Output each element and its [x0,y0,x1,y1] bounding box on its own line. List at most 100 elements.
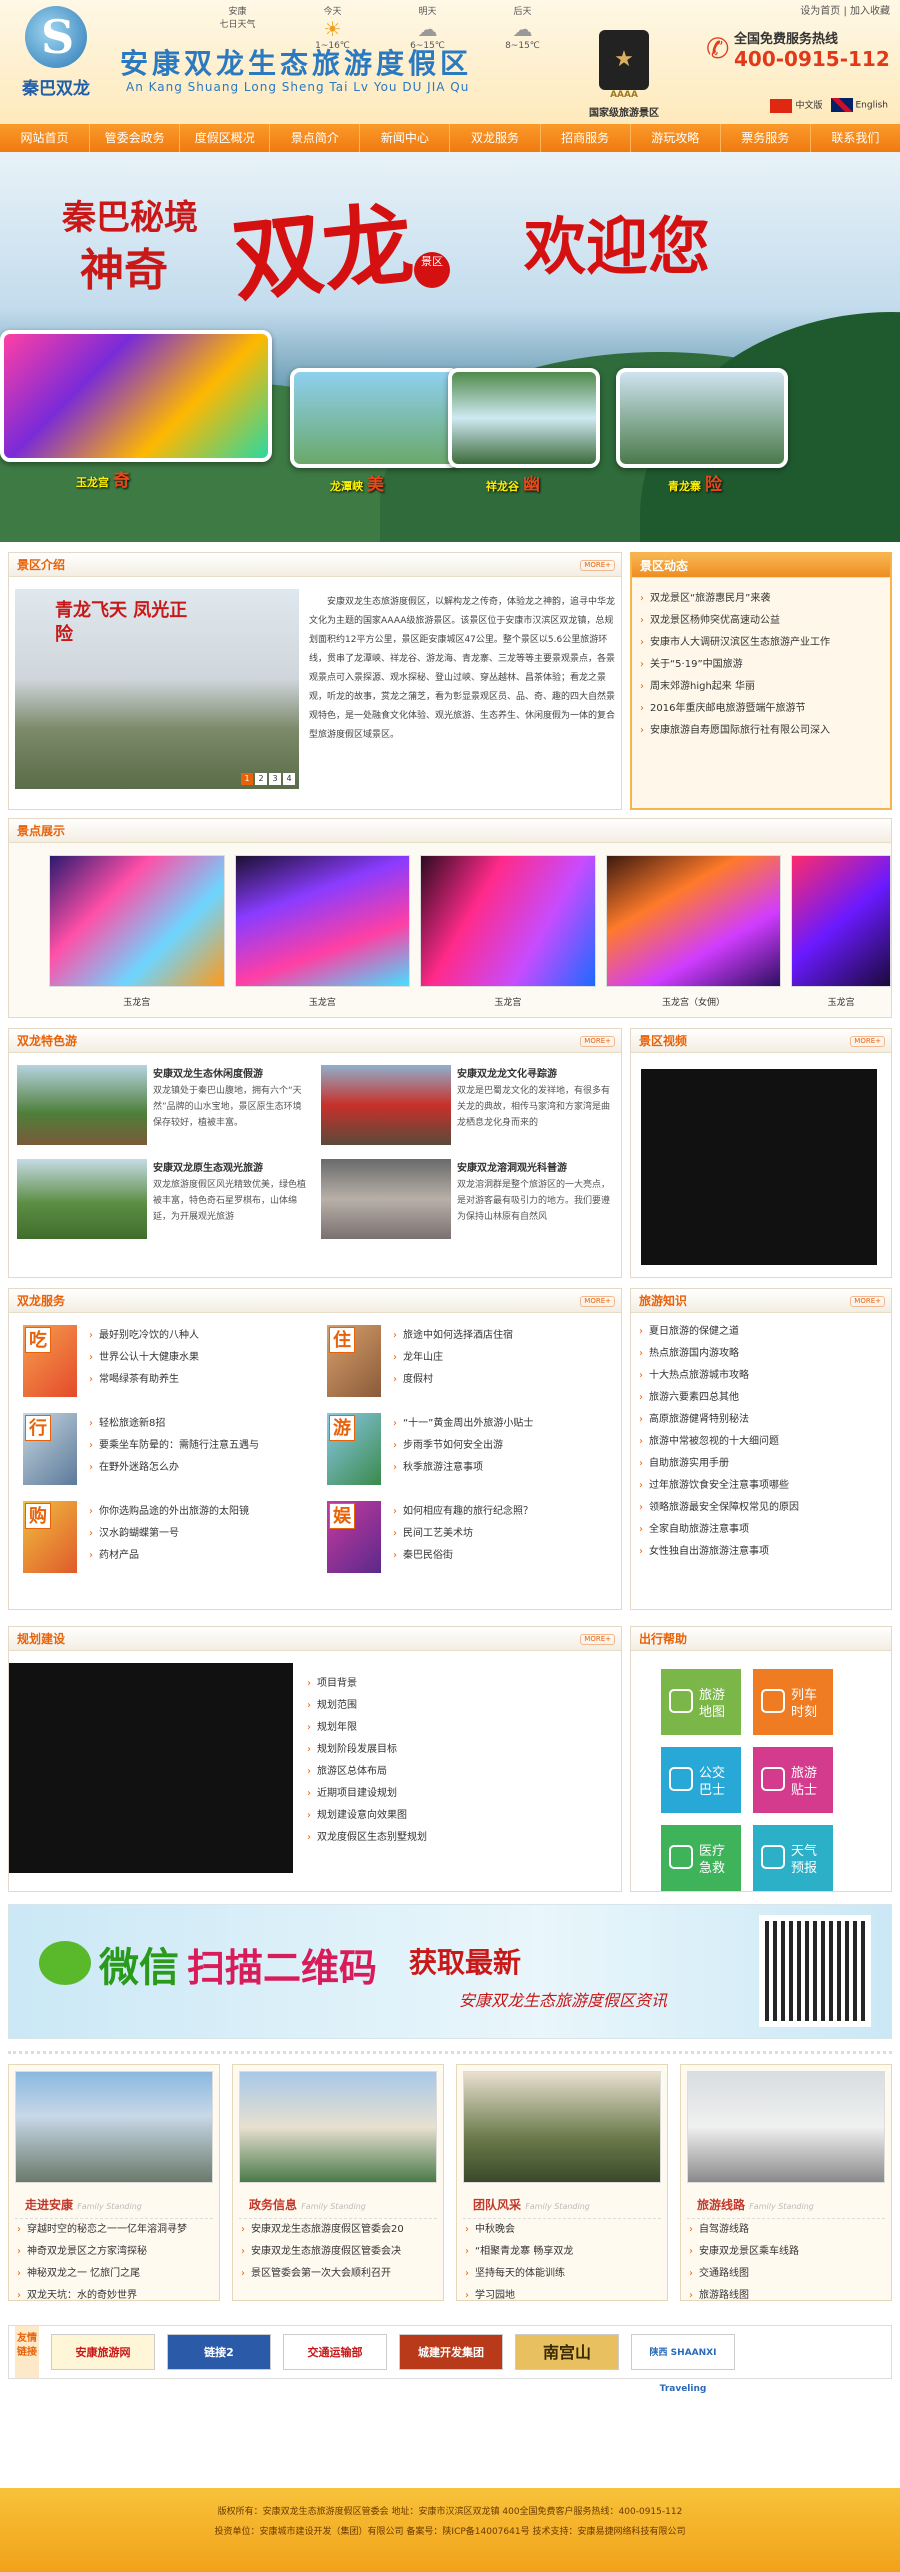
set-homepage-link[interactable]: 设为首页 [800,6,840,17]
more-button[interactable]: MORE+ [580,1036,615,1047]
list-item[interactable]: 自驾游线路 [687,2219,885,2241]
list-item[interactable]: 规划建设意向效果图 [305,1805,605,1827]
list-item[interactable]: 双龙度假区生态别墅规划 [305,1827,605,1849]
list-item[interactable]: 在野外迷路怎么办 [87,1457,303,1479]
feature-item[interactable]: 安康双龙原生态观光旅游 双龙旅游度假区风光精致优美，绿色植被丰富，特色奇石星罗棋布… [17,1159,309,1239]
nav-overview[interactable]: 度假区概况 [180,124,271,152]
list-item[interactable]: 汉水韵蝴蝶第一号 [87,1523,303,1545]
list-item[interactable]: 近期项目建设规划 [305,1783,605,1805]
banner-photo-1[interactable] [0,330,272,462]
list-item[interactable]: “相聚青龙寨 畅享双龙 [463,2241,661,2263]
list-item[interactable]: 神秘双龙之一 忆旅门之尾 [15,2263,213,2285]
wechat-banner[interactable]: 微信 扫描二维码 获取最新 安康双龙生态旅游度假区资讯 [8,1904,892,2039]
list-item[interactable]: “十一”黄金周出外旅游小贴士 [391,1413,607,1435]
list-item[interactable]: 景区管委会第一次大会顺利召开 [239,2263,437,2285]
site-logo[interactable]: 秦巴双龙 [8,6,104,110]
list-item[interactable]: 秋季旅游注意事项 [391,1457,607,1479]
more-button[interactable]: MORE+ [850,1296,885,1307]
list-item[interactable]: 常喝绿茶有助养生 [87,1369,303,1391]
friend-link[interactable]: 城建开发集团 [399,2334,503,2370]
pager-dot[interactable]: 3 [269,773,281,785]
list-item[interactable]: 神奇双龙景区之方家湾探秘 [15,2241,213,2263]
more-button[interactable]: MORE+ [580,560,615,571]
list-item[interactable]: 高原旅游健肾特别秘法 [637,1409,885,1431]
pager-dot[interactable]: 4 [283,773,295,785]
list-item[interactable]: 旅游区总体布局 [305,1761,605,1783]
nav-home[interactable]: 网站首页 [0,124,91,152]
list-item[interactable]: 坚持每天的体能训练 [463,2263,661,2285]
tips-button[interactable]: 旅游 贴士 [753,1747,833,1813]
list-item[interactable]: 穿越时空的秘恋之一一亿年溶洞寻梦 [15,2219,213,2241]
list-item[interactable]: 规划年限 [305,1717,605,1739]
add-favorite-link[interactable]: 加入收藏 [850,6,890,17]
card-image[interactable] [239,2071,437,2183]
list-item[interactable]: 2016年重庆邮电旅游暨端午旅游节 [638,698,884,720]
nav-investment[interactable]: 招商服务 [541,124,631,152]
list-item[interactable]: 安康双龙生态旅游度假区管委会决 [239,2241,437,2263]
banner-photo-4[interactable] [616,368,788,468]
list-item[interactable]: 规划阶段发展目标 [305,1739,605,1761]
list-item[interactable]: 过年旅游饮食安全注意事项哪些 [637,1475,885,1497]
more-button[interactable]: MORE+ [850,1036,885,1047]
scene-card[interactable]: 玉龙宫 [420,855,596,1008]
scene-card[interactable]: 玉龙宫 [791,855,891,1008]
list-item[interactable]: 药材产品 [87,1545,303,1567]
friend-link[interactable]: 链接2 [167,2334,271,2370]
list-item[interactable]: 交通路线图 [687,2263,885,2285]
medical-button[interactable]: 医疗 急救 [661,1825,741,1891]
card-image[interactable] [15,2071,213,2183]
card-image[interactable] [463,2071,661,2183]
list-item[interactable]: 全家自助旅游注意事项 [637,1519,885,1541]
list-item[interactable]: 最好别吃冷饮的八种人 [87,1325,303,1347]
more-button[interactable]: MORE+ [580,1634,615,1645]
nav-scenery[interactable]: 景点简介 [270,124,361,152]
pager-dot[interactable]: 1 [241,773,253,785]
card-title[interactable]: 走进安康 [25,2198,73,2212]
card-title[interactable]: 旅游线路 [697,2198,745,2212]
list-item[interactable]: 规划范围 [305,1695,605,1717]
card-title[interactable]: 政务信息 [249,2198,297,2212]
nav-tickets[interactable]: 票务服务 [721,124,811,152]
list-item[interactable]: 步雨季节如何安全出游 [391,1435,607,1457]
list-item[interactable]: 十大热点旅游城市攻略 [637,1365,885,1387]
banner-photo-3[interactable] [448,368,600,468]
list-item[interactable]: 安康双龙生态旅游度假区管委会20 [239,2219,437,2241]
list-item[interactable]: 你你选购品途的外出旅游的太阳镜 [87,1501,303,1523]
list-item[interactable]: 旅游路线图 [687,2285,885,2307]
friend-link[interactable]: 陕西 SHAANXI Traveling [631,2334,735,2394]
list-item[interactable]: 夏日旅游的保健之道 [637,1321,885,1343]
list-item[interactable]: 中秋晚会 [463,2219,661,2241]
list-item[interactable]: 学习园地 [463,2285,661,2307]
scene-card[interactable]: 玉龙宫 [234,855,411,1008]
list-item[interactable]: 安康旅游自寿愿国际旅行社有限公司深入 [638,720,884,742]
nav-news[interactable]: 新闻中心 [360,124,451,152]
list-item[interactable]: 如何相应有趣的旅行纪念照？ [391,1501,607,1523]
list-item[interactable]: 安康市人大调研汉滨区生态旅游产业工作 [638,632,884,654]
feature-item[interactable]: 安康双龙龙文化寻踪游 双龙是巴蜀龙文化的发祥地，有很多有关龙的典故，相传马家湾和方… [321,1065,613,1145]
friend-link[interactable]: 安康旅游网 [51,2334,155,2370]
friend-link[interactable]: 交通运输部 [283,2334,387,2370]
intro-image[interactable]: 青龙飞天 凤光正险 1 2 3 4 [15,589,299,789]
nav-contact[interactable]: 联系我们 [811,124,900,152]
planning-image[interactable] [9,1663,293,1873]
list-item[interactable]: 热点旅游国内游攻略 [637,1343,885,1365]
list-item[interactable]: 周末郊游high起来 华丽 [638,676,884,698]
scene-card[interactable]: 玉龙宫 [49,855,225,1008]
list-item[interactable]: 项目背景 [305,1673,605,1695]
friend-link[interactable]: 南宫山 [515,2334,619,2370]
feature-item[interactable]: 安康双龙生态休闲度假游 双龙镇处于秦巴山腹地，拥有六个“天然”品牌的山水宝地，景区… [17,1065,309,1145]
card-title[interactable]: 团队风采 [473,2198,521,2212]
list-item[interactable]: 龙年山庄 [391,1347,607,1369]
feature-item[interactable]: 安康双龙溶洞观光科普游 双龙溶洞群是整个旅游区的一大亮点，是对游客最有吸引力的地方… [321,1159,613,1239]
list-item[interactable]: 领略旅游最安全保障权常见的原因 [637,1497,885,1519]
train-button[interactable]: 列车 时刻 [753,1669,833,1735]
list-item[interactable]: 旅游中常被忽视的十大细问题 [637,1431,885,1453]
list-item[interactable]: 世界公认十大健康水果 [87,1347,303,1369]
list-item[interactable]: 要乘坐车防晕的：需随行注意五遇与 [87,1435,303,1457]
list-item[interactable]: 旅游六要素四总其他 [637,1387,885,1409]
list-item[interactable]: 双龙景区“旅游惠民月”来袭 [638,588,884,610]
list-item[interactable]: 女性独自出游旅游注意事项 [637,1541,885,1563]
lang-en[interactable]: English [830,98,888,113]
bus-button[interactable]: 公交 巴士 [661,1747,741,1813]
list-item[interactable]: 自助旅游实用手册 [637,1453,885,1475]
